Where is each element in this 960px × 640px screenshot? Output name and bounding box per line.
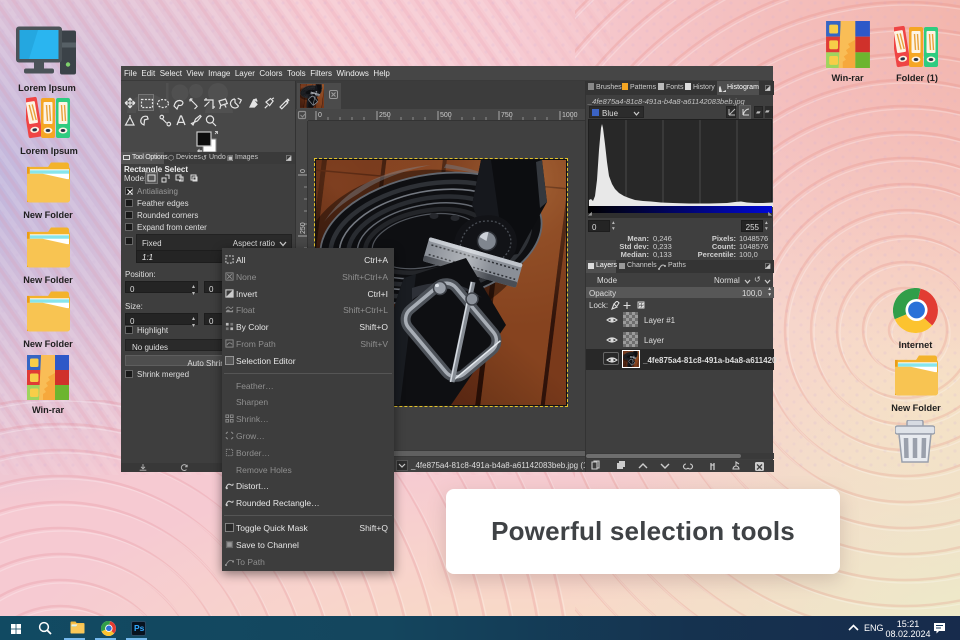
- svg-text:250: 250: [379, 112, 391, 119]
- svg-text:0: 0: [318, 112, 322, 119]
- svg-text:750: 750: [501, 112, 513, 119]
- svg-text:500: 500: [440, 112, 452, 119]
- svg-text:0: 0: [300, 169, 307, 173]
- svg-text:250: 250: [300, 222, 307, 234]
- svg-text:1000: 1000: [562, 112, 578, 119]
